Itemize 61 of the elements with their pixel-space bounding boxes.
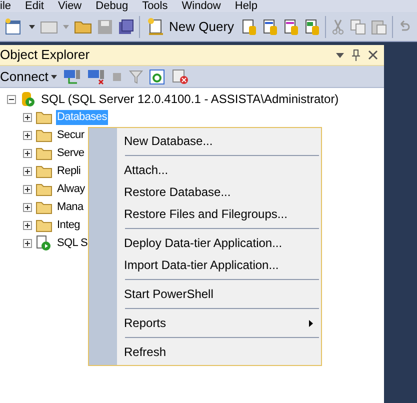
menu-item[interactable]: Window <box>182 0 221 12</box>
database-document-icon[interactable] <box>262 18 278 36</box>
menu-item[interactable]: Tools <box>142 0 168 12</box>
expand-icon[interactable] <box>23 238 32 248</box>
tree-item[interactable]: Integ <box>56 216 81 234</box>
expand-icon[interactable] <box>23 112 32 122</box>
menu-item[interactable]: Debug <box>96 0 128 12</box>
menu-item[interactable]: Attach... <box>124 161 168 179</box>
tree-item[interactable]: Secur <box>56 126 86 144</box>
tree-item[interactable]: SQL S <box>56 234 88 252</box>
computer-icon[interactable] <box>87 68 106 84</box>
menu-item[interactable]: Restore Files and Filegroups... <box>124 205 288 223</box>
computer-icon[interactable] <box>63 68 82 84</box>
menu-item[interactable]: ile <box>0 0 12 12</box>
menu-item[interactable]: Deploy Data-tier Application... <box>124 234 282 252</box>
expand-icon[interactable] <box>23 130 32 140</box>
collapse-icon[interactable] <box>7 94 16 104</box>
menu-item[interactable]: Refresh <box>124 343 166 361</box>
menu-item[interactable]: Start PowerShell <box>124 285 214 303</box>
panel-title: Object Explorer <box>0 46 91 64</box>
expand-icon[interactable] <box>23 202 32 212</box>
folder-icon <box>36 110 52 124</box>
close-icon[interactable] <box>368 50 378 60</box>
save-all-icon[interactable] <box>118 18 134 34</box>
menu-item[interactable]: View <box>58 0 82 12</box>
menu-item[interactable]: Edit <box>25 0 44 12</box>
database-document-icon[interactable] <box>304 18 320 36</box>
tree-item[interactable]: SQL (SQL Server 12.0.4100.1 - ASSISTA\Administrator) <box>41 90 339 108</box>
menu-item[interactable]: Import Data-tier Application... <box>124 256 279 274</box>
database-document-icon[interactable] <box>241 18 258 36</box>
tree-item[interactable]: Repli <box>56 162 82 180</box>
folder-icon[interactable] <box>74 19 92 34</box>
pin-icon[interactable] <box>352 49 360 61</box>
script-error-icon[interactable] <box>171 68 190 84</box>
dropdown-icon[interactable] <box>29 24 35 28</box>
folder-icon <box>36 164 52 178</box>
document-icon <box>147 18 165 36</box>
folder-icon <box>36 128 52 142</box>
menu-item[interactable]: Restore Database... <box>124 183 231 201</box>
expand-icon[interactable] <box>23 148 32 158</box>
tree-item[interactable]: Alway <box>56 180 86 198</box>
folder-icon <box>36 146 52 160</box>
expand-icon[interactable] <box>23 220 32 230</box>
agent-icon <box>36 235 52 251</box>
connect-button[interactable]: Connect <box>0 66 58 86</box>
expand-icon[interactable] <box>23 166 32 176</box>
database-document-icon[interactable] <box>283 18 300 36</box>
refresh-icon[interactable] <box>149 68 166 84</box>
menu-item[interactable]: Help <box>234 0 258 12</box>
dropdown-icon[interactable] <box>336 52 344 58</box>
menu-item[interactable]: New Database... <box>124 132 213 150</box>
expand-icon[interactable] <box>23 184 32 194</box>
tree-item[interactable]: Serve <box>56 144 86 162</box>
new-query-button[interactable]: New Query <box>145 16 236 36</box>
tree-item[interactable]: Mana <box>56 198 84 216</box>
folder-icon <box>36 200 52 214</box>
folder-icon <box>36 182 52 196</box>
menu-item[interactable]: Reports <box>124 314 166 332</box>
server-icon <box>21 91 35 107</box>
caret-icon <box>51 74 58 78</box>
folder-icon <box>36 218 52 232</box>
